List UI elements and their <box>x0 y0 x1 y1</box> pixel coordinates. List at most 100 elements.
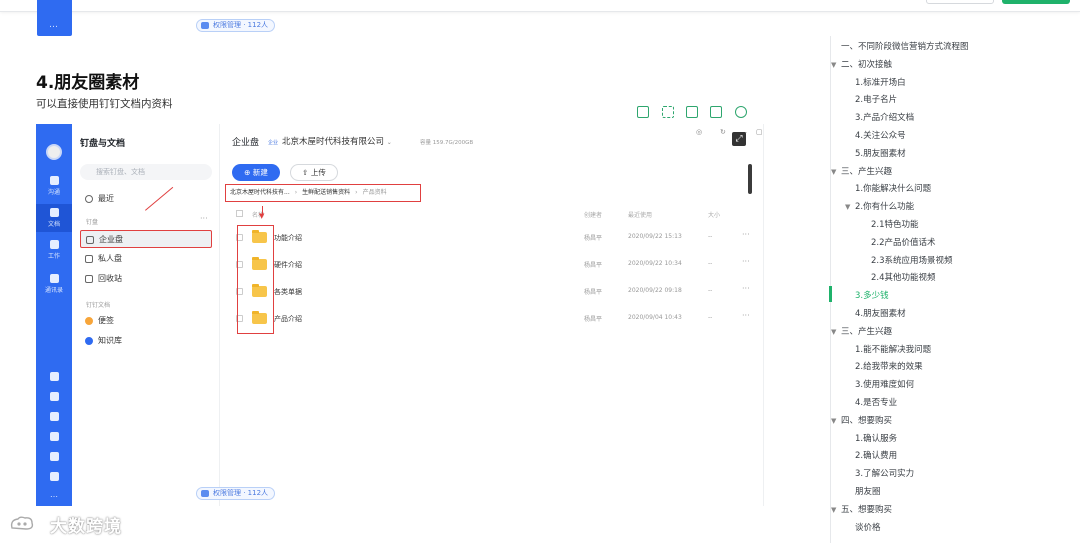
top-secondary-button[interactable] <box>926 0 994 4</box>
top-toolbar <box>0 0 1080 12</box>
toc-item-label: 2.给我带来的效果 <box>855 362 923 373</box>
sidebar-item-enterprise[interactable]: 企业盘 <box>80 230 212 248</box>
toc-item-label: 4.关注公众号 <box>855 131 906 141</box>
toc-item[interactable]: ▼ 2.你有什么功能 <box>845 200 914 212</box>
toc-item-label: 2.2产品价值话术 <box>871 237 936 248</box>
file-name[interactable]: 各类单据 <box>274 287 302 297</box>
expand-icon[interactable]: ⤢ <box>732 132 746 146</box>
rail-mail[interactable] <box>36 452 72 463</box>
upload-button[interactable]: ⇧ 上传 <box>290 164 338 181</box>
view-options-icon[interactable]: ◎ <box>696 128 702 136</box>
rail-todo[interactable] <box>36 392 72 403</box>
row-more[interactable]: ··· <box>742 311 750 320</box>
toc-item-label: 三、产生兴趣 <box>841 326 893 337</box>
rail-docs[interactable]: 文档 <box>36 204 72 232</box>
new-button[interactable]: ⊕ 新建 <box>232 164 280 181</box>
toc-item[interactable]: 3.了解公司实力 <box>855 467 914 479</box>
toc-item[interactable]: ▼ 五、想要购买 <box>831 503 892 515</box>
toc-item[interactable]: 2.给我带来的效果 <box>855 360 923 372</box>
toc-item[interactable]: 朋友圈 <box>855 485 881 497</box>
toc-item[interactable]: 5.朋友圈素材 <box>855 147 906 159</box>
caret-down-icon[interactable]: ▼ <box>831 328 841 336</box>
sidebar-item-label: 私人盘 <box>98 254 122 263</box>
drive-title: 企业盘 <box>232 138 260 148</box>
caret-down-icon[interactable]: ▼ <box>831 506 841 514</box>
caret-down-icon[interactable]: ▼ <box>831 61 841 69</box>
col-size[interactable]: 大小 <box>708 210 720 219</box>
sidebar-item-knowledge[interactable]: 知识库 <box>80 332 212 350</box>
row-more[interactable]: ··· <box>742 284 750 293</box>
rail-settings[interactable] <box>36 472 72 483</box>
save-icon[interactable] <box>686 106 698 118</box>
share-icon[interactable] <box>710 106 722 118</box>
toc-item[interactable]: 1.确认服务 <box>855 432 897 444</box>
gear-icon[interactable] <box>735 106 747 118</box>
toc-item[interactable]: ▼ 四、想要购买 <box>831 414 892 426</box>
table-row[interactable]: 硬件介绍 杨昌平 2020/09/22 10:34 -- ··· <box>232 252 752 278</box>
caret-down-icon[interactable]: ▼ <box>831 168 841 176</box>
row-more[interactable]: ··· <box>742 230 750 239</box>
toc-item[interactable]: 2.3系统应用场景视频 <box>871 254 953 266</box>
toc-item[interactable]: 4.是否专业 <box>855 396 897 408</box>
rail-phone[interactable] <box>36 432 72 443</box>
toc-item[interactable]: 3.多少钱 <box>855 289 889 301</box>
col-recent[interactable]: 最近使用 <box>628 210 652 219</box>
caret-down-icon[interactable]: ▼ <box>831 417 841 425</box>
toc-item[interactable]: ▼ 三、产生兴趣 <box>831 325 892 337</box>
toc-item-label: 1.标准开场白 <box>855 77 906 88</box>
caret-down-icon[interactable]: ▼ <box>845 203 855 211</box>
toc-item[interactable]: 一、不同阶段微信营销方式流程图 <box>841 40 969 52</box>
file-name[interactable]: 硬件介绍 <box>274 260 302 270</box>
rail-work[interactable]: 工作 <box>36 240 72 260</box>
toc-item[interactable]: 谈价格 <box>855 521 881 533</box>
expand-arrows-icon[interactable] <box>662 106 674 118</box>
toc-item[interactable]: 2.1特色功能 <box>871 218 919 230</box>
table-row[interactable]: 功能介绍 杨昌平 2020/09/22 15:13 -- ··· <box>232 225 752 251</box>
refresh-icon[interactable]: ↻ <box>720 128 726 136</box>
rail-contacts[interactable]: 通讯录 <box>36 274 72 294</box>
avatar[interactable] <box>46 144 62 160</box>
toc-item[interactable]: 3.产品介绍文档 <box>855 111 914 123</box>
row-more[interactable]: ··· <box>742 257 750 266</box>
upload-button-label: 上传 <box>310 168 326 177</box>
toc-item[interactable]: 3.使用难度如何 <box>855 378 914 390</box>
col-creator[interactable]: 创建者 <box>584 210 602 219</box>
permission-badge-top: 权限管理 · 112人 <box>196 19 276 32</box>
file-name[interactable]: 功能介绍 <box>274 233 302 243</box>
sidebar-item-recent[interactable]: 最近 <box>80 190 212 208</box>
sidebar-item-recycle[interactable]: 回收站 <box>80 270 212 288</box>
rail-calendar[interactable] <box>36 372 72 383</box>
rail-chat[interactable]: 沟通 <box>36 176 72 196</box>
toc-item[interactable]: 1.能不能解决我问题 <box>855 343 931 355</box>
sidebar-item-personal[interactable]: 私人盘 <box>80 250 212 268</box>
toc-item[interactable]: ▼ 三、产生兴趣 <box>831 165 892 177</box>
breadcrumb-item[interactable]: 北京木屋时代科技有... <box>230 189 290 196</box>
toc-item[interactable]: 4.关注公众号 <box>855 129 906 141</box>
toc-item[interactable]: 1.你能解决什么问题 <box>855 182 931 194</box>
scrollbar[interactable] <box>748 164 752 194</box>
toc-item[interactable]: 2.4其他功能视频 <box>871 271 936 283</box>
toc-item[interactable]: 1.标准开场白 <box>855 76 906 88</box>
select-all-checkbox[interactable] <box>236 210 243 217</box>
toc-item[interactable]: ▼ 二、初次接触 <box>831 58 892 70</box>
sidebar-item-notes[interactable]: 便签 <box>80 312 212 330</box>
table-row[interactable]: 各类单据 杨昌平 2020/09/22 09:18 -- ··· <box>232 279 752 305</box>
sidebar-title: 钉盘与文档 <box>80 139 126 149</box>
sidebar-more[interactable]: ··· <box>200 214 208 223</box>
rail-more[interactable]: … <box>36 490 72 499</box>
toc-item[interactable]: 2.2产品价值话术 <box>871 236 936 248</box>
top-primary-button[interactable] <box>1002 0 1070 4</box>
mail-icon <box>49 452 59 461</box>
search-input[interactable]: 搜索钉盘、文档 <box>80 164 212 180</box>
toc-item[interactable]: 2.电子名片 <box>855 93 897 105</box>
org-selector[interactable]: 企业 北京木屋时代科技有限公司 ⌄ <box>268 135 392 147</box>
rail-location[interactable] <box>36 412 72 423</box>
table-row[interactable]: 产品介绍 杨昌平 2020/09/04 10:43 -- ··· <box>232 306 752 332</box>
restore-icon[interactable]: ▢ <box>756 128 763 136</box>
file-name[interactable]: 产品介绍 <box>274 314 302 324</box>
toc-item[interactable]: 4.朋友圈素材 <box>855 307 906 319</box>
toc-item-label: 1.能不能解决我问题 <box>855 344 932 355</box>
breadcrumb-item[interactable]: 生鲜配送销售资料 <box>302 189 350 196</box>
toc-item[interactable]: 2.确认费用 <box>855 449 897 461</box>
frame-icon[interactable] <box>637 106 649 118</box>
